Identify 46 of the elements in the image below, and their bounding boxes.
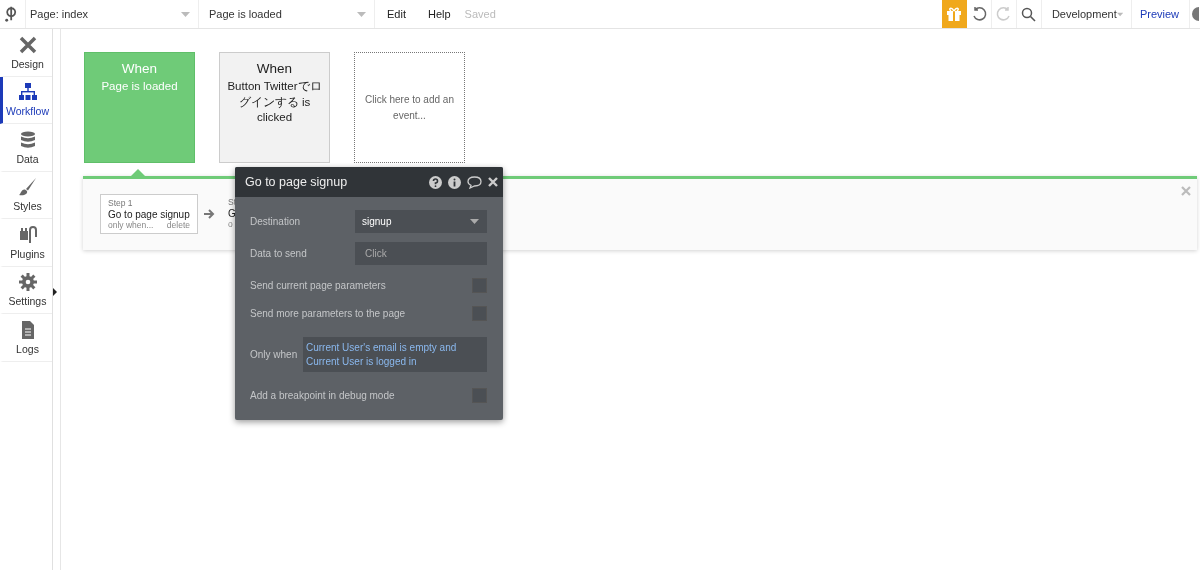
expand-arrow-icon[interactable] — [53, 287, 57, 296]
caret-icon — [1116, 11, 1123, 17]
event-dropdown[interactable]: Page is loaded — [199, 0, 375, 28]
option-label: Send current page parameters — [250, 280, 386, 291]
menu-item[interactable]: Edit — [377, 8, 416, 20]
menu-item[interactable]: Help — [417, 8, 461, 20]
option-label: Send more parameters to the page — [250, 308, 406, 319]
sidebar-tab[interactable]: Styles — [0, 171, 52, 219]
condition-field[interactable]: Current User's email is empty and Current User is logged in — [303, 337, 487, 372]
save-status: Saved — [464, 8, 496, 20]
design-icon — [17, 34, 38, 55]
add-event-card[interactable]: Click here to add an event... — [354, 52, 465, 163]
redo-icon — [995, 6, 1012, 22]
editor-title: Go to page signup — [245, 175, 349, 189]
workflow-icon — [17, 82, 38, 103]
page-dropdown[interactable]: Page: index — [25, 0, 199, 28]
arrow-icon — [204, 209, 215, 219]
environment-dropdown[interactable]: Development — [1043, 0, 1132, 28]
sidebar-tab[interactable]: Workflow — [0, 76, 52, 124]
event-card[interactable]: When Button Twitterでログインする is clicked — [219, 52, 330, 163]
caret-icon — [470, 219, 479, 224]
destination-dropdown[interactable]: signup — [355, 210, 487, 233]
gift-icon — [946, 6, 963, 22]
preview-link[interactable]: Preview — [1131, 0, 1190, 28]
help-icon[interactable] — [429, 175, 442, 189]
sidebar-tab[interactable]: Plugins — [0, 219, 52, 267]
step-card[interactable]: Step 1 Go to page signup only when... delete — [100, 194, 198, 234]
account-icon[interactable] — [1192, 7, 1200, 21]
data-field[interactable]: Click — [355, 242, 487, 265]
undo-icon — [970, 6, 987, 22]
info-icon[interactable] — [448, 175, 461, 189]
sidebar-tab[interactable]: Design — [0, 29, 52, 77]
close-icon[interactable] — [488, 177, 498, 187]
field-label: Destination — [250, 216, 301, 227]
comment-icon[interactable] — [467, 175, 482, 189]
field-label: Only when — [250, 349, 298, 360]
sidebar-tab[interactable]: Settings — [0, 266, 52, 314]
search-icon — [1021, 6, 1037, 22]
caret-icon — [357, 11, 366, 17]
settings-icon — [17, 272, 38, 293]
field-label: Data to send — [250, 248, 307, 259]
option-label: Add a breakpoint in debug mode — [250, 390, 395, 401]
plugins-icon — [17, 224, 38, 245]
caret-icon — [181, 11, 190, 17]
sidebar-tab[interactable]: Data — [0, 124, 52, 172]
sidebar-tab[interactable]: Logs — [0, 314, 52, 362]
